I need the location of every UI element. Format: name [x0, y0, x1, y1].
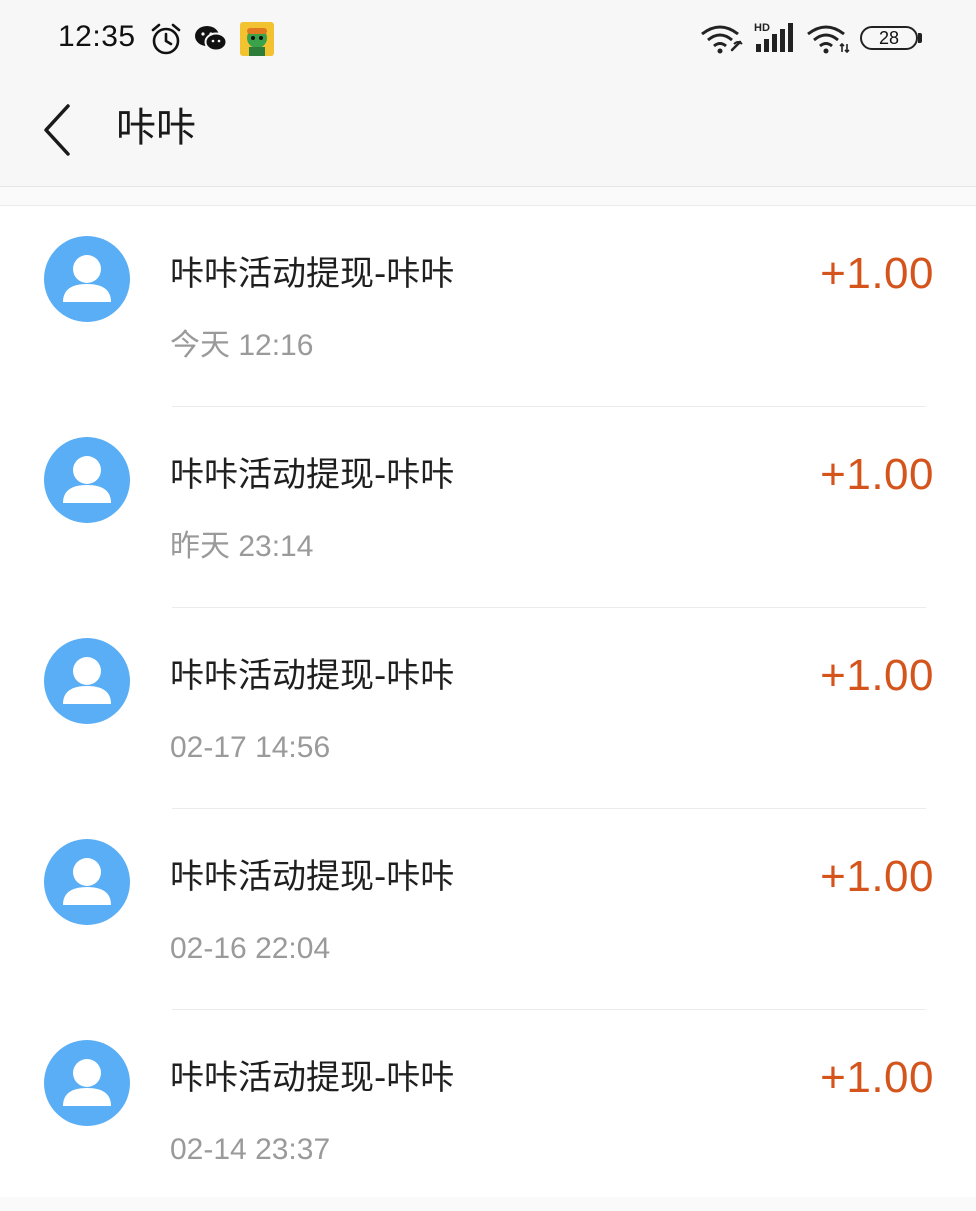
- back-chevron-icon[interactable]: [38, 100, 78, 160]
- transaction-row[interactable]: 咔咔活动提现-咔咔 02-16 22:04 +1.00: [0, 809, 976, 1010]
- page-title: 咔咔: [116, 105, 196, 151]
- transaction-title: 咔咔活动提现-咔咔: [170, 857, 455, 897]
- nav-divider: [0, 186, 976, 187]
- wifi-icon: [807, 25, 850, 54]
- battery-icon: 28: [860, 26, 918, 50]
- transaction-time: 02-16 22:04: [170, 932, 331, 965]
- transaction-title: 咔咔活动提现-咔咔: [170, 1058, 455, 1098]
- svg-text:HD: HD: [754, 22, 770, 34]
- status-bar: 12:35 HD 28: [0, 0, 976, 80]
- transaction-title: 咔咔活动提现-咔咔: [170, 656, 455, 696]
- hd-signal-icon: HD: [754, 22, 793, 52]
- wechat-icon: [195, 26, 228, 52]
- user-avatar-icon: [44, 236, 130, 322]
- transaction-time: 今天 12:16: [170, 329, 314, 362]
- transaction-row[interactable]: 咔咔活动提现-咔咔 昨天 23:14 +1.00: [0, 407, 976, 608]
- alarm-clock-icon: [151, 23, 181, 55]
- transaction-amount: +1.00: [820, 852, 934, 901]
- user-avatar-icon: [44, 638, 130, 724]
- app-avatar-icon: [240, 22, 274, 56]
- transaction-time: 昨天 23:14: [170, 530, 314, 563]
- transaction-row[interactable]: 咔咔活动提现-咔咔 02-14 23:37 +1.00: [0, 1010, 976, 1211]
- transaction-amount: +1.00: [820, 1053, 934, 1102]
- transaction-time: 02-17 14:56: [170, 731, 331, 764]
- transaction-amount: +1.00: [820, 651, 934, 700]
- transaction-row[interactable]: 咔咔活动提现-咔咔 今天 12:16 +1.00: [0, 206, 976, 407]
- transaction-time: 02-14 23:37: [170, 1133, 331, 1166]
- transaction-amount: +1.00: [820, 450, 934, 499]
- transaction-title: 咔咔活动提现-咔咔: [170, 254, 455, 294]
- transaction-row[interactable]: 咔咔活动提现-咔咔 02-17 14:56 +1.00: [0, 608, 976, 809]
- user-avatar-icon: [44, 437, 130, 523]
- transaction-list: 咔咔活动提现-咔咔 今天 12:16 +1.00 咔咔活动提现-咔咔 昨天 23…: [0, 205, 976, 1197]
- transaction-amount: +1.00: [820, 249, 934, 298]
- wifi-link-icon: [701, 25, 743, 54]
- nav-bar: 咔咔: [0, 80, 976, 186]
- status-time: 12:35: [58, 20, 136, 53]
- transaction-title: 咔咔活动提现-咔咔: [170, 455, 455, 495]
- user-avatar-icon: [44, 1040, 130, 1126]
- user-avatar-icon: [44, 839, 130, 925]
- battery-cap: [918, 33, 922, 43]
